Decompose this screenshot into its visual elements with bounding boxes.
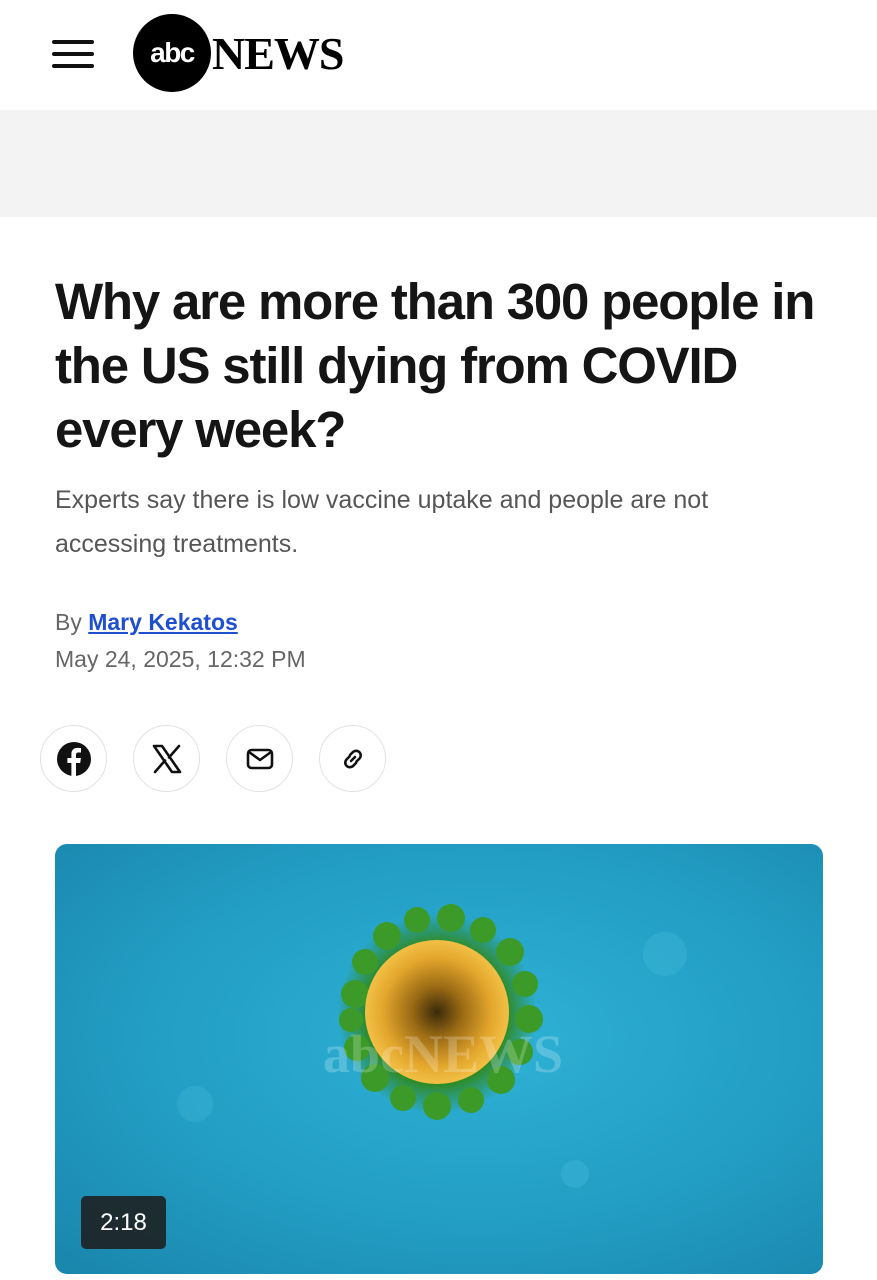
ad-placeholder — [0, 110, 877, 217]
author-link[interactable]: Mary Kekatos — [88, 609, 238, 635]
facebook-icon — [56, 741, 91, 777]
share-bar — [40, 725, 386, 792]
video-player[interactable]: abcNEWS 2:18 — [55, 844, 823, 1274]
logo-news: NEWS — [212, 27, 344, 79]
article-subtitle: Experts say there is low vaccine uptake … — [55, 486, 709, 558]
mail-icon — [246, 748, 273, 769]
logo-abc: abc — [133, 14, 211, 92]
site-header: abc NEWS — [0, 0, 877, 110]
publish-date: May 24, 2025, 12:32 PM — [55, 646, 306, 672]
share-email-button[interactable] — [226, 725, 293, 792]
abc-news-logo[interactable]: abc NEWS — [133, 14, 344, 92]
hamburger-menu-icon[interactable] — [52, 38, 96, 70]
byline: By Mary Kekatos — [55, 609, 238, 636]
share-x-button[interactable] — [133, 725, 200, 792]
copy-link-button[interactable] — [319, 725, 386, 792]
watermark-text: abcNEWS — [323, 1024, 563, 1084]
share-facebook-button[interactable] — [40, 725, 107, 792]
video-duration-badge: 2:18 — [81, 1196, 166, 1249]
virus-image: abcNEWS — [55, 844, 823, 1274]
article-title: Why are more than 300 people in the US s… — [55, 273, 815, 458]
link-icon — [343, 749, 362, 768]
x-icon — [152, 744, 181, 773]
byline-prefix: By — [55, 609, 82, 635]
